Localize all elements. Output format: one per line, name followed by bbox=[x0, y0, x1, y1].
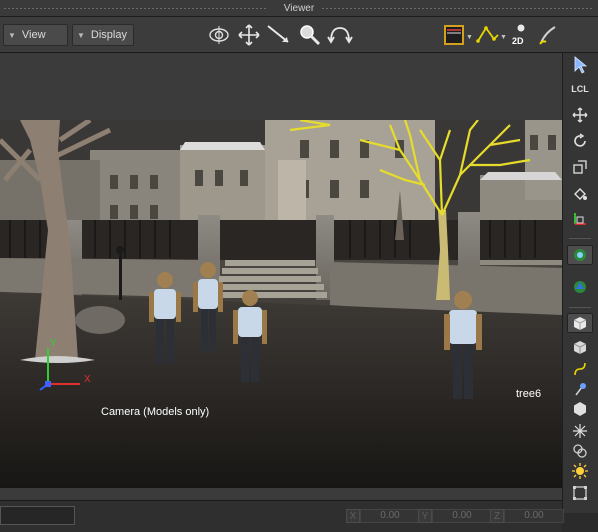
bounding-box-icon[interactable] bbox=[567, 483, 593, 503]
local-mode-label: LCL bbox=[571, 84, 589, 94]
chevron-down-icon: ▼ bbox=[8, 30, 16, 40]
pan-icon[interactable] bbox=[235, 21, 263, 49]
cube-icon[interactable] bbox=[567, 337, 593, 357]
curve-icon[interactable] bbox=[474, 21, 502, 49]
coord-z[interactable]: Z 0.00 bbox=[490, 509, 564, 523]
dolly-icon[interactable] bbox=[265, 21, 293, 49]
axis-x-label: X bbox=[84, 374, 91, 385]
chevron-down-icon: ▼ bbox=[77, 30, 85, 40]
undo-camera-icon[interactable] bbox=[326, 21, 354, 49]
coord-x-axis: X bbox=[346, 509, 360, 523]
3d-viewport[interactable]: Y X tree6 Camera (Models only) bbox=[0, 53, 562, 500]
coord-y[interactable]: Y 0.00 bbox=[418, 509, 492, 523]
joint-icon[interactable] bbox=[567, 421, 593, 441]
toolbar-separator bbox=[569, 307, 591, 308]
toolbar-separator bbox=[569, 238, 591, 239]
chevron-down-icon[interactable]: ▼ bbox=[466, 34, 473, 41]
display-menu-button[interactable]: ▼ Display bbox=[72, 24, 134, 46]
brush-icon[interactable] bbox=[535, 21, 563, 49]
coord-x[interactable]: X 0.00 bbox=[346, 509, 420, 523]
coord-z-axis: Z bbox=[490, 509, 504, 523]
display-icon[interactable] bbox=[567, 277, 593, 297]
coord-y-value[interactable]: 0.00 bbox=[432, 509, 492, 523]
window-title: Viewer bbox=[283, 2, 315, 14]
hexagon-icon[interactable] bbox=[567, 399, 593, 419]
2d-label: 2D bbox=[512, 36, 524, 46]
view-menu-label: View bbox=[21, 29, 46, 41]
knot-icon[interactable] bbox=[567, 441, 593, 461]
2d-view-icon[interactable]: 2D bbox=[507, 21, 535, 49]
snap-icon[interactable] bbox=[567, 245, 593, 265]
spline-icon[interactable] bbox=[567, 359, 593, 379]
translate-gizmo-icon[interactable] bbox=[567, 209, 593, 229]
chevron-down-icon[interactable]: ▼ bbox=[500, 34, 507, 41]
move-icon[interactable] bbox=[567, 105, 593, 125]
selected-object-label: tree6 bbox=[516, 388, 542, 400]
orbit-icon[interactable] bbox=[205, 21, 233, 49]
coord-z-value[interactable]: 0.00 bbox=[504, 509, 564, 523]
paint-bucket-icon[interactable] bbox=[567, 183, 593, 203]
titlebar-grip-right bbox=[322, 8, 594, 9]
safe-area-icon[interactable] bbox=[440, 21, 468, 49]
axis-y-label: Y bbox=[50, 338, 57, 349]
display-menu-label: Display bbox=[90, 29, 127, 41]
coord-y-axis: Y bbox=[418, 509, 432, 523]
window-titlebar: Viewer bbox=[0, 0, 598, 17]
rotate-icon[interactable] bbox=[567, 131, 593, 151]
status-input[interactable] bbox=[0, 506, 75, 525]
select-arrow-icon[interactable] bbox=[567, 55, 593, 75]
pin-icon[interactable] bbox=[567, 379, 593, 399]
viewer-toolbar: ▼ View ▼ Display ▼ ▼ 2D bbox=[0, 17, 598, 53]
camera-label: Camera (Models only) bbox=[101, 406, 210, 418]
cube-solid-icon[interactable] bbox=[567, 313, 593, 333]
coord-x-value[interactable]: 0.00 bbox=[360, 509, 420, 523]
statusbar: X 0.00 Y 0.00 Z 0.00 bbox=[0, 500, 564, 532]
view-menu-button[interactable]: ▼ View bbox=[3, 24, 68, 46]
scale-icon[interactable] bbox=[567, 157, 593, 177]
titlebar-grip-left bbox=[4, 8, 268, 9]
light-icon[interactable] bbox=[567, 461, 593, 481]
right-toolbar: LCL bbox=[562, 53, 598, 513]
local-mode-icon[interactable]: LCL bbox=[567, 79, 593, 99]
zoom-icon[interactable] bbox=[296, 21, 324, 49]
scene-render[interactable]: Y X bbox=[0, 120, 562, 488]
